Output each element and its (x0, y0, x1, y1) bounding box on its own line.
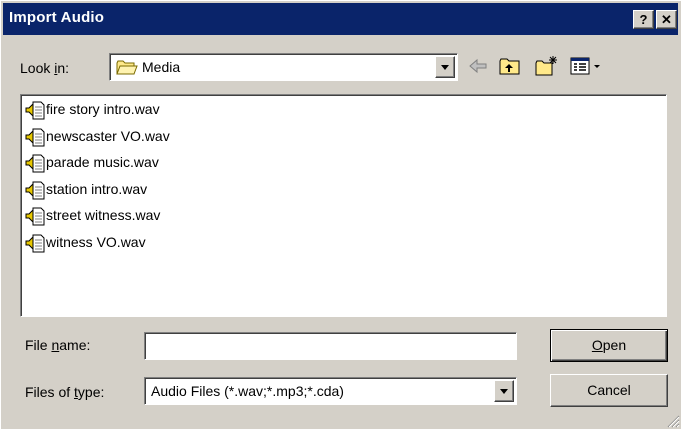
back-arrow-icon[interactable] (466, 55, 490, 77)
file-name-input[interactable] (144, 332, 517, 360)
audio-file-icon (25, 101, 45, 120)
file-list[interactable]: fire story intro.wav newscaster VO.wav par… (20, 94, 667, 317)
file-name: witness VO.wav (46, 233, 146, 250)
close-icon: ✕ (661, 12, 672, 27)
audio-file-icon (25, 154, 45, 173)
import-audio-dialog: Import Audio ? ✕ Look in: Media fire sto… (0, 0, 681, 429)
title-bar[interactable]: Import Audio ? ✕ (3, 3, 678, 35)
close-button[interactable]: ✕ (656, 10, 677, 29)
audio-file-icon (25, 128, 45, 146)
help-button[interactable]: ? (633, 10, 654, 29)
resize-grip-icon[interactable] (666, 414, 680, 428)
file-type-dropdown-arrow[interactable] (494, 380, 514, 402)
folder-icon (116, 60, 138, 75)
file-name: street witness.wav (46, 207, 161, 223)
look-in-dropdown-arrow[interactable] (435, 56, 455, 78)
audio-file-icon (25, 181, 45, 199)
open-button[interactable]: Open (550, 329, 668, 362)
window-title: Import Audio (9, 9, 105, 26)
view-menu-icon[interactable] (569, 55, 603, 77)
file-type-label: Files of type: (25, 384, 105, 400)
file-name: station intro.wav (46, 180, 148, 197)
audio-file-icon (25, 234, 45, 252)
look-in-dropdown[interactable]: Media (109, 53, 458, 81)
look-in-value: Media (142, 59, 181, 75)
help-icon: ? (639, 12, 648, 27)
file-name: parade music.wav (46, 154, 159, 170)
look-in-label: Look in: (20, 60, 70, 76)
audio-file-icon (25, 207, 45, 226)
file-name: newscaster VO.wav (46, 127, 170, 144)
new-folder-icon[interactable] (534, 55, 558, 77)
cancel-button[interactable]: Cancel (550, 374, 668, 407)
file-name-label: File name: (25, 337, 91, 353)
file-name: fire story intro.wav (46, 101, 160, 117)
up-folder-icon[interactable] (498, 55, 522, 77)
file-type-value: Audio Files (*.wav;*.mp3;*.cda) (151, 383, 344, 399)
file-type-dropdown[interactable]: Audio Files (*.wav;*.mp3;*.cda) (144, 377, 517, 405)
